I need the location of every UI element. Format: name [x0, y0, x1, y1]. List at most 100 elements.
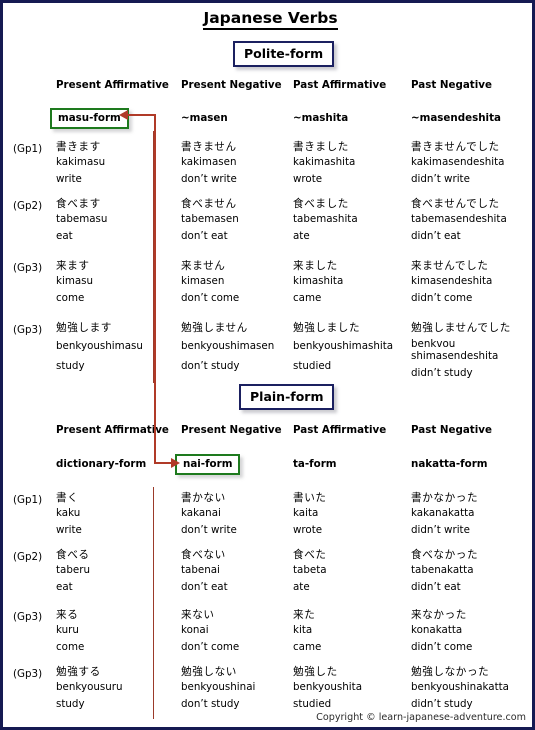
column-header-present-affirmative-polite: Present Affirmative	[56, 79, 169, 91]
verb-japanese: 勉強しなかった	[411, 666, 490, 678]
verb-romaji: tabemashita	[293, 213, 358, 225]
verb-romaji: konai	[181, 624, 209, 636]
verb-romaji: kakimashita	[293, 156, 356, 168]
verb-romaji: tabemasen	[181, 213, 239, 225]
verb-japanese: 来ませんでした	[411, 260, 489, 272]
form-label-mashita: ~mashita	[293, 112, 349, 124]
column-header-past-negative-polite: Past Negative	[411, 79, 492, 91]
verb-romaji: kimasen	[181, 275, 225, 287]
section-heading-polite: Polite-form	[233, 41, 335, 67]
verb-meaning: come	[56, 641, 85, 653]
verb-cell: 食べません tabemasen don’t eat	[181, 197, 239, 243]
verb-romaji: benkvou shimasendeshita	[411, 338, 499, 362]
verb-japanese: 食べました	[293, 198, 349, 210]
verb-cell: 書いた kaita wrote	[293, 491, 327, 537]
verb-meaning: didn’t write	[411, 524, 470, 536]
verb-japanese: 書かない	[181, 492, 226, 504]
connector-arrowhead-to-nai-form	[171, 458, 180, 468]
verb-romaji: tabemasendeshita	[411, 213, 507, 225]
verb-romaji: kakimasendeshita	[411, 156, 505, 168]
connector-arrowhead-to-masu-form	[119, 110, 128, 120]
verb-cell: 勉強しない benkyoushinai don’t study	[181, 665, 255, 711]
verb-cell: 食べませんでした tabemasendeshita didn’t eat	[411, 197, 507, 243]
column-header-present-negative-polite: Present Negative	[181, 79, 282, 91]
verb-meaning: don’t write	[181, 173, 237, 185]
group-label: (Gp3)	[13, 611, 43, 623]
verb-cell: 食べる taberu eat	[56, 548, 90, 594]
verb-japanese: 来ます	[56, 260, 90, 272]
group-label: (Gp3)	[13, 262, 43, 274]
verb-japanese: 書きました	[293, 141, 349, 153]
copyright-footer: Copyright © learn-japanese-adventure.com	[316, 712, 526, 723]
form-label-masu-form: masu-form	[50, 108, 129, 129]
verb-cell: 食べた tabeta ate	[293, 548, 327, 594]
verb-romaji: kakimasen	[181, 156, 237, 168]
column-header-present-affirmative-plain: Present Affirmative	[56, 424, 169, 436]
verb-romaji: kakimasu	[56, 156, 106, 168]
verb-japanese: 来なかった	[411, 609, 467, 621]
verb-japanese: 書きませんでした	[411, 141, 500, 153]
verb-romaji: tabeta	[293, 564, 327, 576]
column-separator-plain	[153, 487, 154, 719]
verb-japanese: 書きません	[181, 141, 237, 153]
verb-cell: 書きません kakimasen don’t write	[181, 140, 237, 186]
verb-japanese: 勉強しません	[181, 322, 248, 334]
verb-meaning: eat	[56, 581, 73, 593]
verb-japanese: 勉強しない	[181, 666, 237, 678]
verb-japanese: 勉強した	[293, 666, 338, 678]
group-label: (Gp1)	[13, 494, 43, 506]
verb-romaji: tabemasu	[56, 213, 108, 225]
verb-japanese: 食べる	[56, 549, 90, 561]
verb-cell: 来ませんでした kimasendeshita didn’t come	[411, 259, 492, 305]
verb-japanese: 勉強します	[56, 322, 112, 334]
verb-meaning: don’t study	[181, 698, 240, 710]
verb-romaji: kimasu	[56, 275, 94, 287]
verb-meaning: ate	[293, 581, 310, 593]
verb-romaji: kimasendeshita	[411, 275, 493, 287]
verb-meaning: don’t come	[181, 641, 240, 653]
verb-romaji: kimashita	[293, 275, 344, 287]
verb-romaji: benkyoushita	[293, 681, 363, 693]
verb-japanese: 来ない	[181, 609, 215, 621]
verb-japanese: 書いた	[293, 492, 327, 504]
verb-cell: 来ない konai don’t come	[181, 608, 239, 654]
verb-japanese: 書きます	[56, 141, 101, 153]
verb-meaning: didn’t eat	[411, 230, 461, 242]
verb-cell: 書く kaku write	[56, 491, 82, 537]
verb-cell: 書かなかった kakanakatta didn’t write	[411, 491, 478, 537]
verb-cell: 来ます kimasu come	[56, 259, 93, 305]
page-title: Japanese Verbs	[3, 9, 532, 30]
verb-romaji: konakatta	[411, 624, 463, 636]
verb-meaning: didn’t study	[411, 698, 473, 710]
verb-japanese: 来た	[293, 609, 316, 621]
group-label: (Gp1)	[13, 143, 43, 155]
verb-japanese: 書く	[56, 492, 79, 504]
verb-cell: 勉強します benkyoushimasu study	[56, 321, 143, 373]
verb-meaning: write	[56, 173, 82, 185]
verb-meaning: didn’t eat	[411, 581, 461, 593]
verb-meaning: eat	[56, 230, 73, 242]
verb-cell: 来ました kimashita came	[293, 259, 343, 305]
verb-japanese: 食べない	[181, 549, 226, 561]
verb-meaning: studied	[293, 360, 332, 372]
form-label-nakatta-form: nakatta-form	[411, 458, 488, 470]
verb-japanese: 勉強する	[56, 666, 101, 678]
verb-japanese: 食べます	[56, 198, 101, 210]
verb-meaning: didn’t write	[411, 173, 470, 185]
verb-romaji: taberu	[56, 564, 90, 576]
column-header-past-negative-plain: Past Negative	[411, 424, 492, 436]
verb-cell: 勉強する benkyousuru study	[56, 665, 123, 711]
verb-meaning: wrote	[293, 173, 323, 185]
verb-cell: 勉強しませんでした benkvou shimasendeshita didn’t…	[411, 321, 529, 380]
form-label-masen: ~masen	[181, 112, 228, 124]
verb-romaji: kita	[293, 624, 313, 636]
verb-cell: 来ません kimasen don’t come	[181, 259, 239, 305]
verb-japanese: 勉強しました	[293, 322, 361, 334]
verb-meaning: don’t write	[181, 524, 237, 536]
verb-meaning: wrote	[293, 524, 323, 536]
form-label-nai-form: nai-form	[175, 454, 241, 475]
form-label-masendeshita: ~masendeshita	[411, 112, 501, 124]
connector-arrow-horizontal-top	[128, 114, 156, 116]
column-header-present-negative-plain: Present Negative	[181, 424, 282, 436]
verb-meaning: don’t eat	[181, 581, 228, 593]
